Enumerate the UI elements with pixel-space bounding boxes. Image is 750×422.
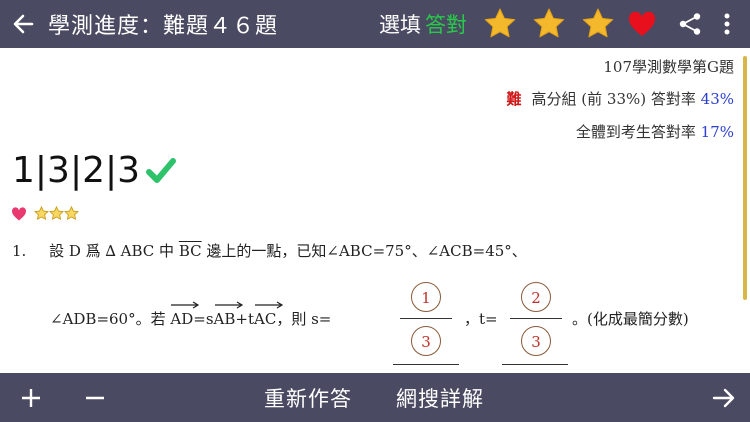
- star-icon: [34, 206, 49, 220]
- zoom-in-button[interactable]: [20, 373, 42, 422]
- vector-ab: AB: [213, 301, 243, 328]
- question-line-1: 1. 設 D 爲 ∆ ABC 中 BC 邊上的一點，已知∠ABC=75°、∠AC…: [12, 240, 527, 261]
- question-text: =s: [193, 310, 214, 328]
- answer-display: 1|3|2|3: [12, 150, 177, 191]
- toolbar-actions: 選填 答對: [379, 0, 750, 48]
- question-text: ，則 s=: [276, 310, 332, 328]
- answer-underline: [393, 364, 459, 365]
- search-solution-label: 網搜詳解: [396, 386, 484, 411]
- share-icon[interactable]: [678, 12, 702, 36]
- question-text: 設 D 爲 ∆ ABC 中: [49, 242, 175, 260]
- more-vert-icon[interactable]: [724, 13, 730, 35]
- t-label: ，t=: [464, 310, 498, 328]
- vector-ac: AC: [254, 301, 284, 328]
- question-type-label: 選填: [379, 13, 421, 37]
- fraction-bar: [510, 318, 562, 319]
- difficulty-badge: 難: [506, 90, 522, 108]
- answer-cell-s-denominator[interactable]: 3: [411, 326, 441, 356]
- heart-icon[interactable]: [628, 11, 656, 37]
- heart-icon: [11, 206, 27, 220]
- plus-icon: [22, 388, 40, 407]
- vector-ab-label: AB: [213, 310, 236, 328]
- top-group-rate: 43%: [700, 90, 734, 108]
- question-text: 邊上的一點，已知∠ABC=75°、∠ACB=45°、: [206, 242, 527, 260]
- minus-icon: [86, 396, 104, 399]
- star-icon: [49, 206, 64, 220]
- answer-underline: [502, 364, 568, 365]
- retry-label: 重新作答: [264, 386, 352, 411]
- top-group-label: 高分組 (前 33%) 答對率: [531, 90, 696, 108]
- star-icon[interactable]: [532, 7, 566, 41]
- vector-ac-label: AC: [254, 310, 277, 328]
- segment-bc: BC: [178, 242, 202, 260]
- answer-cell-t-numerator[interactable]: 2: [521, 282, 551, 312]
- page-title: 學測進度：難題４６題: [48, 14, 279, 39]
- checkmark-icon: [146, 157, 177, 183]
- arrow-right-icon: [712, 388, 735, 407]
- zoom-out-button[interactable]: [84, 373, 106, 422]
- answer-cell-s-numerator[interactable]: 1: [411, 282, 441, 312]
- next-button[interactable]: [712, 373, 736, 422]
- scrollbar[interactable]: [743, 56, 747, 300]
- result-status: 答對: [425, 13, 467, 37]
- star-icon[interactable]: [483, 7, 517, 41]
- star-icon: [64, 206, 79, 220]
- question-text: +t: [235, 310, 254, 328]
- retry-button[interactable]: 重新作答: [264, 373, 352, 422]
- all-examinee-label: 全體到考生答對率: [575, 123, 696, 141]
- search-solution-button[interactable]: 網搜詳解: [396, 373, 484, 422]
- answer-digits: 1|3|2|3: [12, 150, 141, 191]
- question-number: 1.: [12, 242, 27, 260]
- question-text: ∠ADB=60°。若: [50, 310, 166, 328]
- vector-ad-label: AD: [170, 310, 194, 328]
- top-app-bar: 學測進度：難題４６題 選填 答對: [0, 0, 750, 48]
- question-source: 107學測數學第G題: [603, 58, 734, 76]
- all-examinee-stats: 全體到考生答對率 17%: [576, 121, 734, 142]
- all-examinee-rate: 17%: [700, 123, 734, 141]
- star-icon[interactable]: [581, 7, 615, 41]
- bottom-toolbar: 重新作答 網搜詳解: [0, 373, 750, 422]
- question-line-2: ∠ADB=60°。若 AD=s AB+t AC，則 s=: [50, 301, 332, 329]
- back-arrow-icon[interactable]: [12, 13, 34, 35]
- answer-cell-t-denominator[interactable]: 3: [521, 326, 551, 356]
- vector-ad: AD: [170, 301, 200, 328]
- fraction-bar: [400, 318, 452, 319]
- question-tail: 。(化成最簡分數): [572, 310, 689, 328]
- question-badges: [11, 206, 79, 221]
- top-group-stats: 難高分組 (前 33%) 答對率 43%: [507, 88, 735, 109]
